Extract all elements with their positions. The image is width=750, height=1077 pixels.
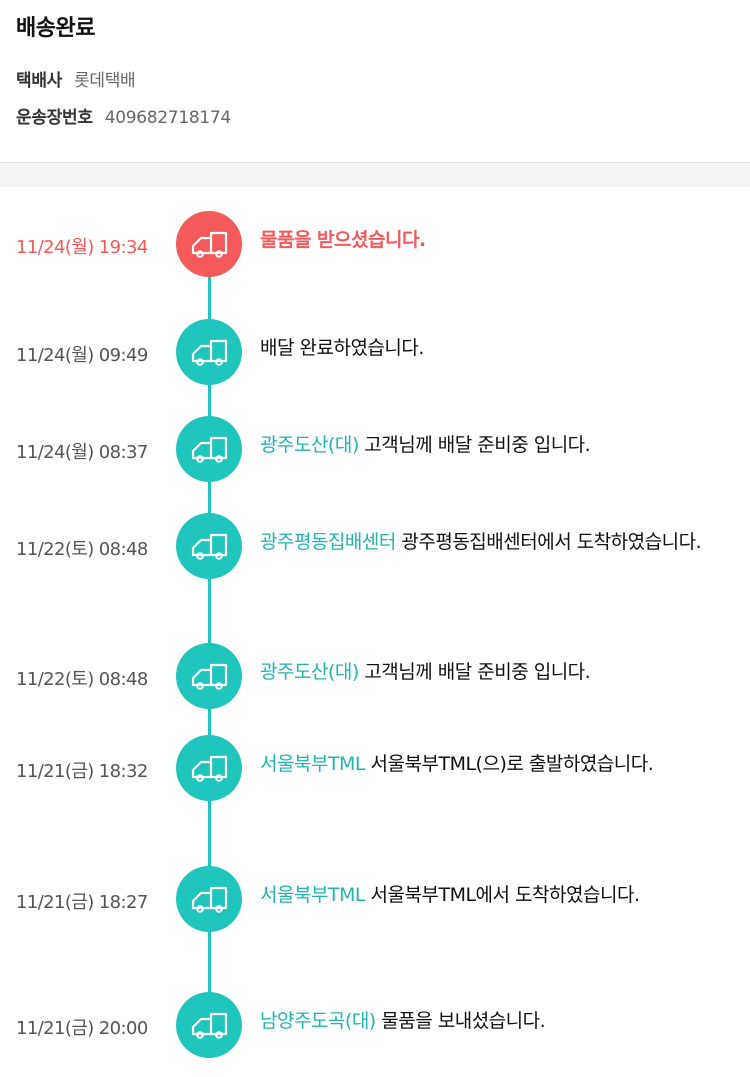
truck-icon — [176, 866, 242, 932]
event-message: 남양주도곡(대) 물품을 보내셨습니다. — [260, 1006, 730, 1036]
event-time: 11/21(금) 18:32 — [16, 761, 148, 782]
event-message: 광주평동집배센터 광주평동집배센터에서 도착하였습니다. — [260, 527, 730, 557]
tracking-number: 409682718174 — [104, 108, 232, 128]
event-message: 배달 완료하였습니다. — [260, 333, 730, 363]
event-text: 광주평동집배센터에서 도착하였습니다. — [395, 531, 702, 553]
event-location: 서울북부TML — [260, 884, 366, 906]
event-message: 광주도산(대) 고객님께 배달 준비중 입니다. — [260, 430, 730, 460]
event-time: 11/21(금) 20:00 — [16, 1018, 148, 1039]
tracking-timeline: 11/24(월) 19:34 물품을 받으셨습니다. 11/24(월) 09:4… — [0, 187, 750, 1077]
status-title: 배송완료 — [16, 16, 95, 41]
event-message: 서울북부TML 서울북부TML(으)로 출발하였습니다. — [260, 749, 730, 779]
event-location: 광주도산(대) — [260, 661, 359, 683]
carrier-row: 택배사 롯데택배 — [16, 66, 136, 91]
event-text: 서울북부TML(으)로 출발하였습니다. — [365, 753, 654, 775]
event-time: 11/24(월) 09:49 — [16, 345, 148, 366]
truck-icon — [176, 992, 242, 1058]
delivery-summary: 배송완료 택배사 롯데택배 운송장번호 409682718174 — [0, 0, 750, 163]
truck-icon — [176, 416, 242, 482]
event-time: 11/21(금) 18:27 — [16, 892, 148, 913]
event-location: 남양주도곡(대) — [260, 1010, 376, 1032]
truck-icon — [176, 735, 242, 801]
event-time: 11/22(토) 08:48 — [16, 669, 148, 690]
event-text: 고객님께 배달 준비중 입니다. — [358, 434, 591, 456]
event-location: 광주도산(대) — [260, 434, 359, 456]
event-text: 서울북부TML에서 도착하였습니다. — [365, 884, 640, 906]
event-text: 배달 완료하였습니다. — [260, 337, 424, 359]
event-location: 서울북부TML — [260, 753, 366, 775]
truck-icon — [176, 211, 242, 277]
truck-icon — [176, 319, 242, 385]
event-time: 11/24(월) 19:34 — [16, 237, 148, 258]
event-text: 물품을 보내셨습니다. — [375, 1010, 546, 1032]
carrier-value: 롯데택배 — [74, 71, 136, 91]
event-time: 11/24(월) 08:37 — [16, 442, 148, 463]
event-message: 광주도산(대) 고객님께 배달 준비중 입니다. — [260, 657, 730, 687]
truck-icon — [176, 643, 242, 709]
event-text: 고객님께 배달 준비중 입니다. — [358, 661, 591, 683]
tracking-row: 운송장번호 409682718174 — [16, 103, 231, 128]
event-time: 11/22(토) 08:48 — [16, 539, 148, 560]
event-text: 물품을 받으셨습니다. — [260, 229, 426, 251]
truck-icon — [176, 513, 242, 579]
tracking-label: 운송장번호 — [16, 108, 93, 128]
section-divider — [0, 163, 750, 187]
carrier-label: 택배사 — [16, 71, 63, 91]
event-message: 서울북부TML 서울북부TML에서 도착하였습니다. — [260, 880, 730, 910]
event-location: 광주평동집배센터 — [260, 531, 396, 553]
event-message: 물품을 받으셨습니다. — [260, 225, 730, 255]
